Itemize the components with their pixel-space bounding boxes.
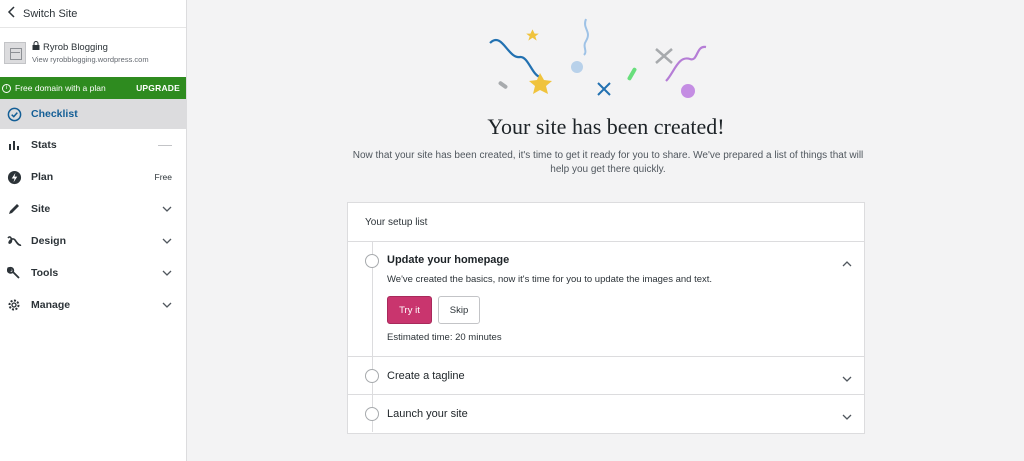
info-icon: i — [2, 83, 11, 93]
design-icon — [6, 233, 22, 249]
plan-badge: Free — [154, 172, 172, 182]
chevron-down-icon[interactable] — [842, 371, 852, 382]
page-subtitle: Now that your site has been created, it'… — [352, 150, 864, 175]
stats-sparkline — [158, 144, 172, 146]
sidebar-item-plan[interactable]: Plan Free — [0, 161, 186, 193]
sidebar-item-label: Checklist — [31, 108, 78, 120]
task-description: We've created the basics, now it's time … — [387, 274, 713, 285]
task-launch-site[interactable]: Launch your site — [348, 395, 864, 433]
plan-icon — [6, 169, 22, 185]
estimated-time: Estimated time: 20 minutes — [387, 332, 502, 343]
sidebar-item-site[interactable]: Site — [0, 193, 186, 225]
sidebar-item-label: Manage — [31, 299, 71, 311]
task-title[interactable]: Launch your site — [387, 408, 468, 420]
chevron-left-icon — [6, 6, 20, 21]
setup-list-card: Your setup list Update your homepage We'… — [347, 202, 865, 434]
task-actions: Try it Skip — [387, 296, 864, 324]
task-title[interactable]: Update your homepage — [387, 242, 864, 266]
sidebar-item-tools[interactable]: Tools — [0, 257, 186, 289]
stats-icon — [6, 137, 22, 153]
sidebar-item-manage[interactable]: Manage — [0, 289, 186, 321]
wrench-icon — [6, 265, 22, 281]
sidebar-item-design[interactable]: Design — [0, 225, 186, 257]
chevron-down-icon — [162, 300, 172, 310]
sidebar-item-label: Design — [31, 235, 67, 247]
chevron-down-icon — [162, 236, 172, 246]
sidebar-item-label: Site — [31, 203, 51, 215]
site-card[interactable]: Ryrob Blogging View ryrobblogging.wordpr… — [0, 28, 186, 77]
site-url-link[interactable]: View ryrobblogging.wordpress.com — [32, 55, 149, 64]
chevron-down-icon — [162, 204, 172, 214]
task-status-circle-icon — [365, 369, 379, 383]
lock-icon — [32, 41, 40, 53]
sidebar-item-checklist[interactable]: Checklist — [0, 99, 186, 129]
task-status-circle-icon — [365, 407, 379, 421]
checklist-icon — [6, 106, 22, 122]
task-update-homepage[interactable]: Update your homepage We've created the b… — [348, 242, 864, 357]
try-it-button[interactable]: Try it — [387, 296, 432, 324]
sidebar-item-label: Stats — [31, 139, 57, 151]
pencil-icon — [6, 201, 22, 217]
free-domain-banner[interactable]: i Free domain with a plan UPGRADE — [0, 77, 186, 99]
switch-site-label: Switch Site — [23, 7, 78, 20]
upgrade-link[interactable]: UPGRADE — [136, 83, 180, 93]
task-status-circle-icon — [365, 254, 379, 268]
gear-icon — [6, 297, 22, 313]
site-name-text: Ryrob Blogging — [43, 41, 108, 53]
site-name: Ryrob Blogging — [32, 41, 149, 53]
sidebar-item-label: Plan — [31, 171, 54, 183]
chevron-down-icon — [162, 268, 172, 278]
sidebar-item-stats[interactable]: Stats — [0, 129, 186, 161]
chevron-up-icon[interactable] — [842, 256, 852, 267]
task-create-tagline[interactable]: Create a tagline — [348, 357, 864, 395]
task-title[interactable]: Create a tagline — [387, 370, 465, 382]
page-title: Your site has been created! — [487, 114, 725, 139]
sidebar-item-label: Tools — [31, 267, 59, 279]
setup-list-header: Your setup list — [348, 203, 864, 242]
main-content: Your site has been created! Now that you… — [188, 0, 1024, 461]
chevron-down-icon[interactable] — [842, 409, 852, 420]
confetti-illustration — [489, 18, 707, 98]
banner-text: Free domain with a plan — [15, 83, 106, 93]
switch-site-button[interactable]: Switch Site — [0, 0, 186, 28]
skip-button[interactable]: Skip — [438, 296, 480, 324]
sidebar: Switch Site Ryrob Blogging View ryrobblo… — [0, 0, 187, 461]
site-icon — [4, 41, 26, 64]
